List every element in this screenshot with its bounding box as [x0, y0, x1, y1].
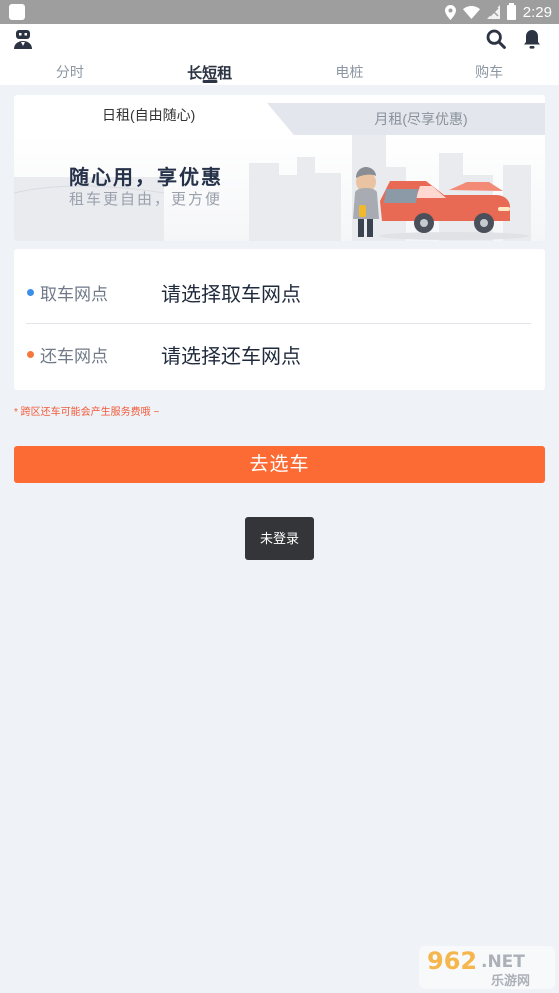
- not-logged-in-toast: 未登录: [245, 517, 314, 560]
- svg-text:乐游网: 乐游网: [491, 973, 530, 989]
- tab-monthly-rent[interactable]: 月租(尽享优惠): [267, 103, 545, 135]
- bell-icon[interactable]: [523, 29, 541, 49]
- main-tabs: 分时 长短租 电桩 购车: [0, 58, 559, 85]
- site-watermark-logo: 962 .NET 乐游网: [419, 946, 555, 989]
- promo-banner: 随心用，享优惠 租车更自由，更方便: [14, 135, 545, 241]
- svg-text:962: 962: [427, 947, 477, 975]
- profile-icon[interactable]: [13, 29, 33, 49]
- return-station-field[interactable]: 请选择还车网点: [161, 340, 301, 369]
- tab-long-short-rent[interactable]: 长短租: [140, 58, 280, 85]
- banner-subtitle: 租车更自由，更方便: [69, 190, 223, 208]
- battery-icon: [506, 2, 516, 20]
- status-bar: 2:29: [0, 0, 559, 24]
- return-station-label: 还车网点: [40, 346, 108, 366]
- return-dot-icon: [27, 350, 34, 358]
- wifi-icon: [462, 5, 480, 19]
- app-notification-icon: [9, 4, 25, 20]
- pickup-station-field[interactable]: 请选择取车网点: [161, 278, 301, 307]
- tab-timeshare[interactable]: 分时: [0, 58, 140, 85]
- cross-area-notice: * 跨区还车可能会产生服务费哦 ~: [14, 407, 160, 418]
- location-icon: [444, 4, 456, 20]
- svg-text:.NET: .NET: [481, 952, 525, 972]
- select-car-button[interactable]: 去选车: [14, 446, 545, 483]
- return-station-row[interactable]: 还车网点 请选择还车网点: [14, 319, 545, 389]
- station-panel: 取车网点 请选择取车网点 还车网点 请选择还车网点: [14, 249, 545, 390]
- pickup-station-row[interactable]: 取车网点 请选择取车网点: [14, 257, 545, 327]
- search-icon[interactable]: [486, 29, 506, 49]
- tab-charging-pile[interactable]: 电桩: [280, 58, 420, 85]
- banner-title: 随心用，享优惠: [69, 165, 223, 189]
- tab-buy-car[interactable]: 购车: [419, 58, 559, 85]
- pickup-dot-icon: [27, 288, 34, 296]
- pickup-station-label: 取车网点: [40, 284, 108, 304]
- rental-type-tabs: 日租(自由随心) 月租(尽享优惠): [14, 95, 545, 135]
- signal-icon: [486, 5, 500, 19]
- rental-card: 日租(自由随心) 月租(尽享优惠) 随心用，享优惠 租车更自由，更方便: [14, 95, 545, 241]
- status-time: 2:29: [522, 3, 552, 21]
- tab-daily-rent[interactable]: 日租(自由随心): [14, 95, 294, 135]
- top-header: 分时 长短租 电桩 购车: [0, 24, 559, 85]
